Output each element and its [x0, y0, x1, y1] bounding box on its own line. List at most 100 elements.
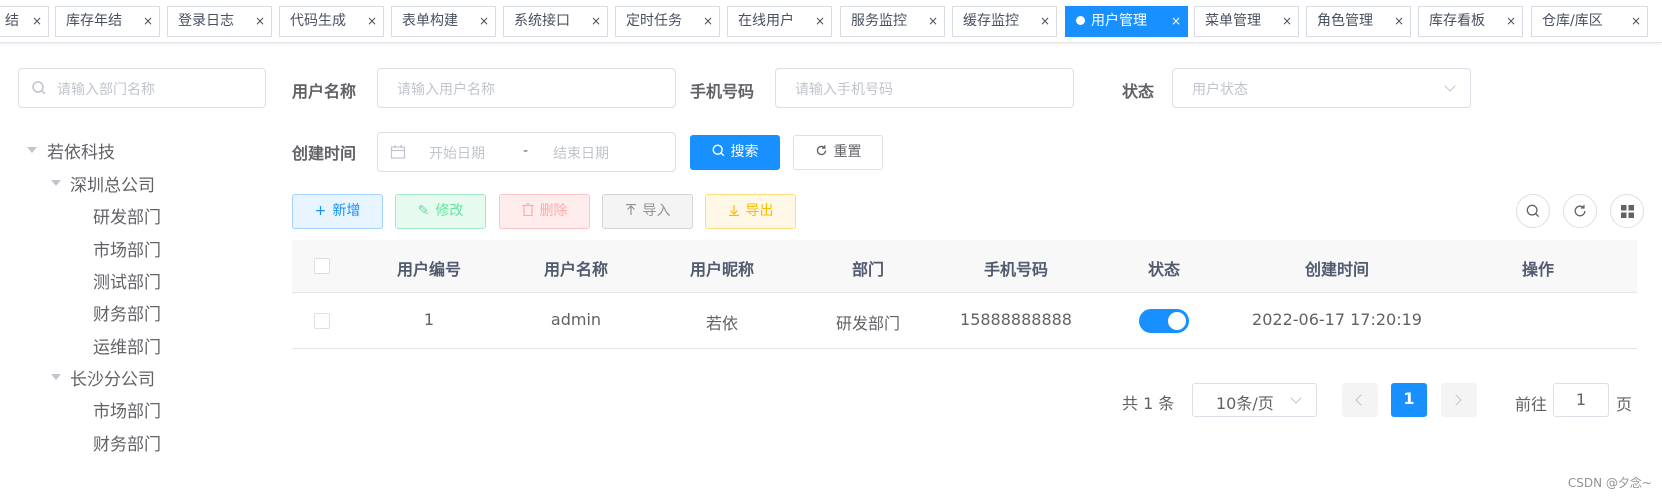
active-dot-icon	[1076, 16, 1085, 25]
cell-created: 2022-06-17 17:20:19	[1252, 310, 1422, 329]
close-icon[interactable]: ×	[1282, 7, 1292, 36]
tab-label: 代码生成	[290, 13, 346, 29]
phone-input[interactable]: 请输入手机号码	[775, 68, 1074, 108]
refresh-icon	[816, 145, 826, 156]
tab-service-monitor[interactable]: 服务监控 ×	[840, 6, 945, 37]
close-icon[interactable]: ×	[815, 7, 825, 36]
column-header: 创建时间	[1304, 260, 1370, 279]
select-all-checkbox[interactable]	[314, 258, 330, 274]
tree-node-changsha[interactable]: 长沙分公司	[70, 365, 155, 390]
import-button[interactable]: 导入	[602, 194, 693, 229]
tab-partial[interactable]: 结 ×	[0, 6, 49, 37]
tree-node-root[interactable]: 若依科技	[47, 138, 115, 163]
start-date-placeholder: 开始日期	[429, 146, 485, 162]
current-page-button[interactable]: 1	[1391, 383, 1427, 417]
add-button[interactable]: + 新增	[292, 194, 383, 229]
prev-page-button[interactable]	[1342, 383, 1378, 417]
username-label: 用户名称	[292, 82, 357, 101]
created-label: 创建时间	[292, 144, 357, 163]
tab-inventory-yearend[interactable]: 库存年结 ×	[55, 6, 160, 37]
plus-icon: +	[314, 203, 327, 219]
tab-scheduled-tasks[interactable]: 定时任务 ×	[615, 6, 720, 37]
tab-label: 角色管理	[1317, 13, 1373, 29]
delete-button[interactable]: 删除	[499, 194, 590, 229]
toggle-search-button[interactable]	[1516, 194, 1550, 228]
tab-form-build[interactable]: 表单构建 ×	[391, 6, 496, 37]
columns-button[interactable]	[1610, 194, 1644, 228]
column-header: 部门	[851, 260, 885, 279]
close-icon[interactable]: ×	[1631, 7, 1641, 36]
tab-cache-monitor[interactable]: 缓存监控 ×	[952, 6, 1057, 37]
close-icon[interactable]: ×	[32, 7, 42, 36]
reset-button[interactable]: 重置	[793, 135, 883, 170]
delete-button-label: 删除	[539, 203, 568, 219]
chevron-right-icon	[1450, 394, 1462, 406]
tab-online-users[interactable]: 在线用户 ×	[727, 6, 832, 37]
refresh-button[interactable]	[1563, 194, 1597, 228]
search-icon	[1526, 204, 1540, 218]
username-input[interactable]: 请输入用户名称	[377, 68, 676, 108]
column-header: 操作	[1521, 260, 1555, 279]
goto-page-input[interactable]: 1	[1553, 383, 1609, 417]
end-date-placeholder: 结束日期	[553, 146, 609, 162]
tree-node-finance[interactable]: 财务部门	[93, 300, 161, 325]
column-header: 用户编号	[396, 260, 462, 279]
tab-label: 缓存监控	[963, 13, 1019, 29]
tab-user-management[interactable]: 用户管理 ×	[1065, 6, 1188, 37]
row-checkbox[interactable]	[314, 313, 330, 329]
caret-down-icon[interactable]	[51, 180, 61, 186]
close-icon[interactable]: ×	[1171, 7, 1181, 36]
tab-label: 库存看板	[1429, 13, 1485, 29]
export-button-label: 导出	[745, 203, 774, 219]
tab-label: 结	[5, 13, 19, 29]
caret-down-icon[interactable]	[51, 374, 61, 380]
status-select[interactable]: 用户状态	[1172, 68, 1471, 108]
tree-node-shenzhen[interactable]: 深圳总公司	[70, 171, 155, 196]
reset-button-label: 重置	[833, 144, 862, 160]
next-page-button[interactable]	[1441, 383, 1477, 417]
current-page-number: 1	[1403, 389, 1415, 408]
tab-system-api[interactable]: 系统接口 ×	[503, 6, 608, 37]
close-icon[interactable]: ×	[928, 7, 938, 36]
refresh-icon	[1574, 204, 1586, 217]
close-icon[interactable]: ×	[591, 7, 601, 36]
close-icon[interactable]: ×	[367, 7, 377, 36]
search-button[interactable]: 搜索	[690, 135, 780, 170]
tab-login-log[interactable]: 登录日志 ×	[167, 6, 272, 37]
column-header: 手机号码	[983, 260, 1049, 279]
caret-down-icon[interactable]	[27, 147, 37, 153]
tree-node-market-cs[interactable]: 市场部门	[93, 397, 161, 422]
close-icon[interactable]: ×	[1040, 7, 1050, 36]
import-button-label: 导入	[642, 203, 671, 219]
search-icon	[32, 81, 46, 95]
tab-inventory-board[interactable]: 库存看板 ×	[1418, 6, 1523, 37]
goto-prefix: 前往	[1515, 395, 1548, 414]
date-range-picker[interactable]: 开始日期 - 结束日期	[377, 132, 676, 172]
page-size-select[interactable]: 10条/页	[1192, 383, 1317, 417]
close-icon[interactable]: ×	[1506, 7, 1516, 36]
tree-node-rd[interactable]: 研发部门	[93, 203, 161, 228]
close-icon[interactable]: ×	[1394, 7, 1404, 36]
switch-knob	[1168, 312, 1186, 330]
tree-node-finance-cs[interactable]: 财务部门	[93, 430, 161, 455]
cell-user-id: 1	[423, 310, 435, 329]
edit-button[interactable]: ✎ 修改	[395, 194, 486, 229]
tree-node-ops[interactable]: 运维部门	[93, 333, 161, 358]
tree-node-market[interactable]: 市场部门	[93, 236, 161, 261]
tree-node-test[interactable]: 测试部门	[93, 268, 161, 293]
tab-role-management[interactable]: 角色管理 ×	[1306, 6, 1411, 37]
close-icon[interactable]: ×	[479, 7, 489, 36]
close-icon[interactable]: ×	[143, 7, 153, 36]
close-icon[interactable]: ×	[255, 7, 265, 36]
status-switch[interactable]	[1139, 309, 1189, 333]
tab-menu-management[interactable]: 菜单管理 ×	[1194, 6, 1299, 37]
export-button[interactable]: 导出	[705, 194, 796, 229]
tab-code-gen[interactable]: 代码生成 ×	[279, 6, 384, 37]
calendar-icon	[390, 145, 406, 159]
tags-view-bar: 结 × 库存年结 × 登录日志 × 代码生成 × 表单构建 × 系统接口 × 定时任务 × 在…	[0, 0, 1662, 43]
tab-label: 菜单管理	[1205, 13, 1261, 29]
tab-warehouse[interactable]: 仓库/库区 ×	[1531, 6, 1648, 37]
status-placeholder: 用户状态	[1192, 82, 1248, 98]
dept-search-input[interactable]: 请输入部门名称	[18, 68, 266, 108]
close-icon[interactable]: ×	[703, 7, 713, 36]
